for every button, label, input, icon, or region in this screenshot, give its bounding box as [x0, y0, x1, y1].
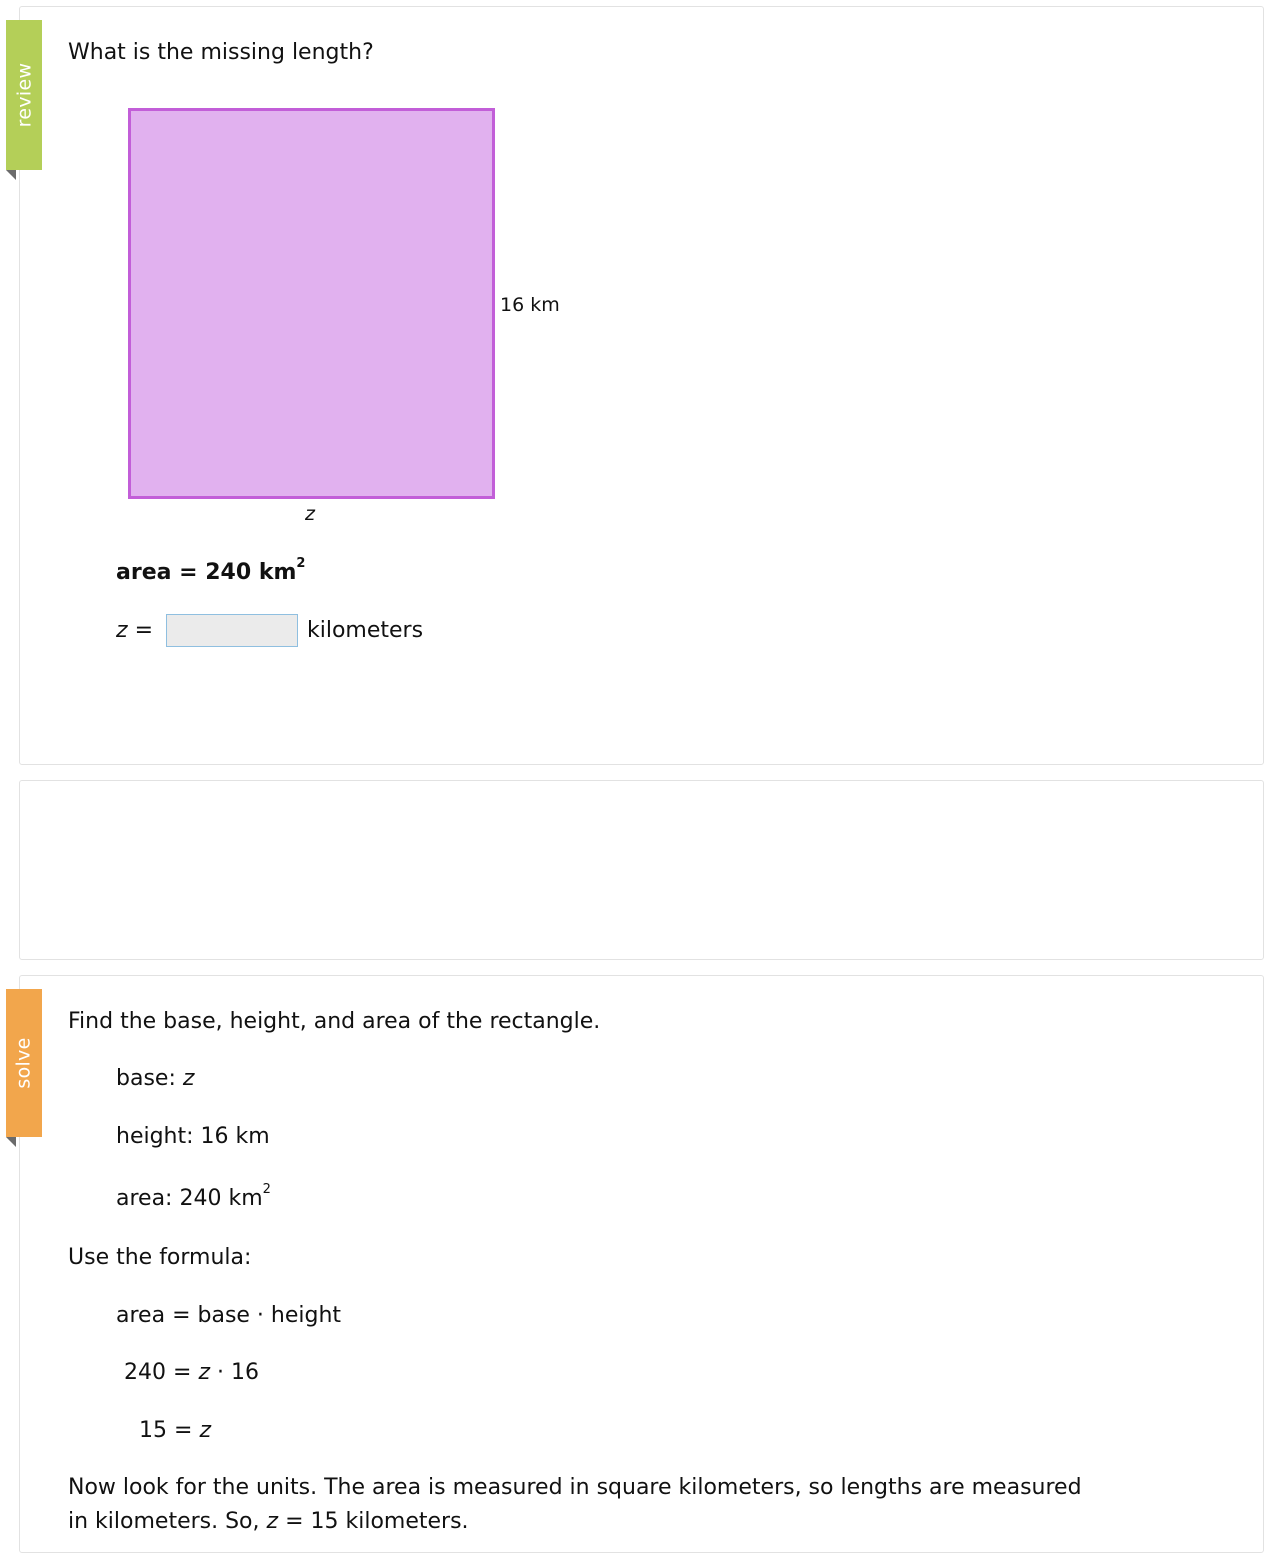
conclusion-post: = 15 kilometers.	[278, 1509, 469, 1534]
height-line-label: height:	[116, 1124, 194, 1149]
step1-line: 240 = z · 16	[124, 1360, 259, 1385]
area-statement: area = 240 km2	[116, 557, 305, 585]
conclusion-line-2: in kilometers. So, z = 15 kilometers.	[68, 1509, 469, 1534]
area-equals: =	[179, 560, 198, 585]
answer-var: z =	[116, 618, 153, 643]
formula-eq: =	[172, 1303, 191, 1328]
base-line-value: z	[182, 1066, 195, 1091]
review-flag: review	[6, 20, 42, 180]
step1-lhs: 240	[124, 1360, 166, 1385]
base-line-label: base:	[116, 1066, 176, 1091]
formula-line: area = base · height	[116, 1303, 341, 1328]
area-exponent: 2	[296, 555, 306, 571]
step1-var: z	[198, 1360, 210, 1385]
solve-flag-label: solve	[13, 1037, 35, 1089]
formula-lhs: area	[116, 1303, 166, 1328]
answer-equals: =	[134, 618, 153, 643]
step1-rest: · 16	[210, 1360, 259, 1385]
height-line-value: 16 km	[200, 1124, 270, 1149]
height-label: 16 km	[500, 294, 560, 316]
conclusion-var: z	[266, 1509, 279, 1534]
step1-eq: =	[173, 1360, 192, 1385]
base-label: z	[305, 503, 315, 525]
solve-instruction: Find the base, height, and area of the r…	[68, 1009, 601, 1034]
area-label: area	[116, 560, 172, 585]
question-text: What is the missing length?	[68, 40, 374, 65]
step2-eq: =	[174, 1418, 193, 1443]
answer-unit: kilometers	[307, 618, 424, 643]
step2-var: z	[199, 1418, 211, 1443]
area-line: area: 240 km2	[116, 1183, 271, 1211]
formula-intro: Use the formula:	[68, 1245, 252, 1270]
area-line-value: 240 km	[179, 1186, 263, 1211]
area-value: 240 km	[205, 560, 297, 585]
step2-lhs: 15	[139, 1418, 167, 1443]
answer-input[interactable]	[166, 614, 298, 647]
review-flag-label: review	[13, 62, 36, 128]
rectangle-shape	[128, 108, 495, 499]
solve-flag: solve	[6, 989, 42, 1147]
feedback-panel	[19, 780, 1264, 960]
area-line-label: area:	[116, 1186, 173, 1211]
formula-rhs: base · height	[197, 1303, 342, 1328]
base-line: base: z	[116, 1066, 194, 1091]
step2-line: 15 = z	[139, 1418, 211, 1443]
area-line-exponent: 2	[262, 1181, 271, 1197]
answer-var-z: z	[116, 618, 128, 643]
conclusion-pre: in kilometers. So,	[68, 1509, 267, 1534]
height-line: height: 16 km	[116, 1124, 270, 1149]
conclusion-line-1: Now look for the units. The area is meas…	[68, 1475, 1082, 1500]
rectangle-figure	[128, 108, 495, 499]
